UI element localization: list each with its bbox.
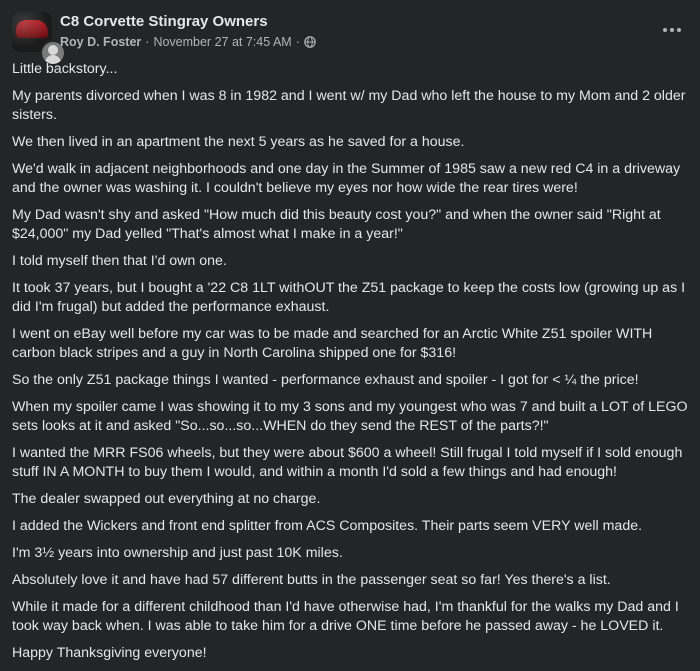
post-paragraph: My parents divorced when I was 8 in 1982… — [12, 88, 686, 123]
post-paragraph: Absolutely love it and have had 57 diffe… — [12, 572, 611, 588]
post-body: Little backstory... My parents divorced … — [12, 60, 688, 671]
post-paragraph: It took 37 years, but I bought a '22 C8 … — [12, 280, 686, 315]
post-paragraph: Little backstory... — [12, 61, 118, 77]
post-paragraph: I added the Wickers and front end splitt… — [12, 518, 643, 534]
more-options-icon[interactable] — [660, 22, 684, 38]
post-paragraph: We then lived in an apartment the next 5… — [12, 134, 465, 150]
post-paragraph: I wanted the MRR FS06 wheels, but they w… — [12, 445, 683, 480]
group-name-link[interactable]: C8 Corvette Stingray Owners — [60, 13, 268, 30]
meta-separator: · — [145, 35, 150, 49]
globe-icon — [304, 36, 316, 48]
post-paragraph: Happy Thanksgiving everyone! — [12, 645, 207, 661]
post-card: C8 Corvette Stingray Owners Roy D. Foste… — [0, 0, 700, 661]
post-meta: Roy D. Foster · November 27 at 7:45 AM · — [60, 35, 316, 49]
meta-separator-2: · — [295, 35, 300, 49]
post-paragraph: I'm 3½ years into ownership and just pas… — [12, 545, 343, 561]
post-paragraph: I told myself then that I'd own one. — [12, 253, 227, 269]
post-paragraph: We'd walk in adjacent neighborhoods and … — [12, 161, 681, 196]
post-header: C8 Corvette Stingray Owners Roy D. Foste… — [12, 8, 688, 66]
timestamp-link[interactable]: November 27 at 7:45 AM — [153, 35, 291, 49]
post-paragraph: I went on eBay well before my car was to… — [12, 326, 653, 361]
post-paragraph: So the only Z51 package things I wanted … — [12, 372, 639, 388]
post-paragraph: The dealer swapped out everything at no … — [12, 491, 321, 507]
post-paragraph: My Dad wasn't shy and asked "How much di… — [12, 207, 661, 242]
post-paragraph: When my spoiler came I was showing it to… — [12, 399, 688, 434]
post-paragraph: While it made for a different childhood … — [12, 599, 679, 634]
author-link[interactable]: Roy D. Foster — [60, 35, 141, 49]
